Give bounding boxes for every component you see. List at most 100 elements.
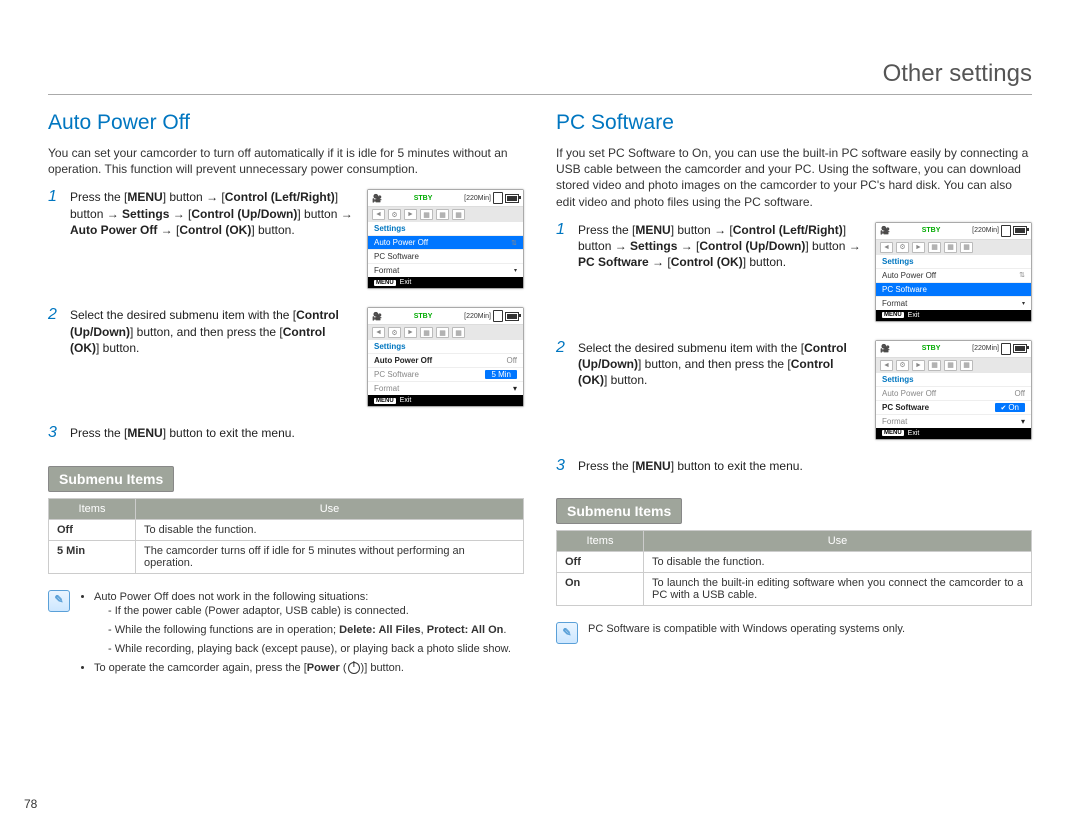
note-item: Auto Power Off does not work in the foll…: [94, 590, 511, 657]
intro-text: You can set your camcorder to turn off a…: [48, 145, 524, 177]
lcd-preview-4: 🎥 STBY [220Min] ◄ ⚙ ► ▦ ▦ ▦: [875, 340, 1032, 440]
grid-icon: ▦: [928, 242, 941, 253]
battery-icon: [1013, 344, 1027, 353]
step-3: 3 Press the [MENU] button to exit the me…: [556, 458, 1032, 474]
submenu-table: ItemsUse OffTo disable the function. OnT…: [556, 530, 1032, 606]
card-icon: [493, 192, 503, 204]
step-number: 2: [48, 307, 62, 323]
step-number: 3: [556, 458, 570, 474]
menu-item-format: Format▾: [876, 296, 1031, 310]
settings-label: Settings: [876, 373, 1031, 386]
note-text: PC Software is compatible with Windows o…: [588, 622, 905, 644]
step-text: Press the [MENU] button to exit the menu…: [70, 425, 524, 441]
step-3: 3 Press the [MENU] button to exit the me…: [48, 425, 524, 441]
submenu-header: Submenu Items: [48, 466, 174, 492]
lcd-preview-3: 🎥 STBY [220Min] ◄ ⚙ ► ▦ ▦ ▦: [875, 222, 1032, 322]
grid-icon: ▦: [960, 242, 973, 253]
tool-icon: ⚙: [896, 242, 909, 253]
section-heading-auto-power-off: Auto Power Off: [48, 111, 524, 135]
grid-icon: ▦: [960, 360, 973, 371]
menu-item-pc-software: PC Software: [368, 249, 523, 263]
settings-label: Settings: [368, 222, 523, 235]
submenu-header: Submenu Items: [556, 498, 682, 524]
nav-left-icon: ◄: [372, 327, 385, 338]
table-row: 5 MinThe camcorder turns off if idle for…: [49, 540, 524, 573]
note-block: ✎ Auto Power Off does not work in the fo…: [48, 590, 524, 680]
menu-item-auto-power-off: Auto Power Off⇅: [368, 235, 523, 249]
stby-label: STBY: [414, 195, 433, 202]
note-subitem: While the following functions are in ope…: [108, 623, 511, 638]
step-text: Press the [MENU] button → [Control (Left…: [70, 189, 357, 238]
camera-icon: 🎥: [880, 344, 890, 353]
menu-item-pc-software: PC Software: [876, 282, 1031, 296]
note-subitem: While recording, playing back (except pa…: [108, 642, 511, 657]
card-icon: [493, 310, 503, 322]
nav-right-icon: ►: [912, 242, 925, 253]
step-number: 1: [48, 189, 62, 205]
camera-icon: 🎥: [372, 194, 382, 203]
grid-icon: ▦: [928, 360, 941, 371]
settings-label: Settings: [876, 255, 1031, 268]
menu-badge: MENU: [374, 398, 396, 404]
grid-icon: ▦: [452, 327, 465, 338]
table-row: OffTo disable the function.: [557, 551, 1032, 572]
page-title: Other settings: [48, 60, 1032, 95]
grid-icon: ▦: [944, 360, 957, 371]
menu-badge: MENU: [882, 312, 904, 318]
note-icon: ✎: [48, 590, 70, 612]
table-row: OffTo disable the function.: [49, 519, 524, 540]
menu-item-format: Format▾: [368, 263, 523, 277]
grid-icon: ▦: [944, 242, 957, 253]
lcd-preview-1: 🎥 STBY [220Min] ◄ ⚙ ► ▦ ▦ ▦: [367, 189, 524, 289]
battery-icon: [505, 194, 519, 203]
nav-left-icon: ◄: [372, 209, 385, 220]
stby-label: STBY: [922, 345, 941, 352]
menu-badge: MENU: [882, 430, 904, 436]
step-2: 2 Select the desired submenu item with t…: [556, 340, 1032, 446]
grid-icon: ▦: [420, 209, 433, 220]
battery-icon: [505, 312, 519, 321]
card-icon: [1001, 225, 1011, 237]
stby-label: STBY: [414, 313, 433, 320]
settings-label: Settings: [368, 340, 523, 353]
step-2: 2 Select the desired submenu item with t…: [48, 307, 524, 413]
step-number: 2: [556, 340, 570, 356]
camera-icon: 🎥: [372, 312, 382, 321]
menu-badge: MENU: [374, 280, 396, 286]
nav-right-icon: ►: [912, 360, 925, 371]
intro-text: If you set PC Software to On, you can us…: [556, 145, 1032, 210]
note-item: To operate the camcorder again, press th…: [94, 661, 511, 676]
menu-item-auto-power-off: Auto Power Off⇅: [876, 268, 1031, 282]
step-text: Select the desired submenu item with the…: [70, 307, 357, 356]
nav-left-icon: ◄: [880, 242, 893, 253]
step-number: 1: [556, 222, 570, 238]
step-number: 3: [48, 425, 62, 441]
camera-icon: 🎥: [880, 226, 890, 235]
right-column: PC Software If you set PC Software to On…: [556, 111, 1032, 680]
step-text: Press the [MENU] button to exit the menu…: [578, 458, 1032, 474]
tool-icon: ⚙: [896, 360, 909, 371]
stby-label: STBY: [922, 227, 941, 234]
step-1: 1 Press the [MENU] button → [Control (Le…: [48, 189, 524, 295]
nav-left-icon: ◄: [880, 360, 893, 371]
step-text: Select the desired submenu item with the…: [578, 340, 865, 389]
col-use: Use: [136, 498, 524, 519]
tool-icon: ⚙: [388, 209, 401, 220]
steps-list: 1 Press the [MENU] button → [Control (Le…: [48, 189, 524, 441]
battery-icon: [1013, 226, 1027, 235]
grid-icon: ▦: [452, 209, 465, 220]
page-number: 78: [24, 797, 37, 811]
submenu-table: ItemsUse OffTo disable the function. 5 M…: [48, 498, 524, 574]
note-icon: ✎: [556, 622, 578, 644]
grid-icon: ▦: [436, 209, 449, 220]
scroll-icon: ⇅: [511, 239, 517, 247]
steps-list: 1 Press the [MENU] button → [Control (Le…: [556, 222, 1032, 474]
columns: Auto Power Off You can set your camcorde…: [48, 111, 1032, 680]
col-items: Items: [557, 530, 644, 551]
card-icon: [1001, 343, 1011, 355]
tool-icon: ⚙: [388, 327, 401, 338]
grid-icon: ▦: [436, 327, 449, 338]
nav-right-icon: ►: [404, 209, 417, 220]
grid-icon: ▦: [420, 327, 433, 338]
lcd-preview-2: 🎥 STBY [220Min] ◄ ⚙ ► ▦ ▦ ▦: [367, 307, 524, 407]
